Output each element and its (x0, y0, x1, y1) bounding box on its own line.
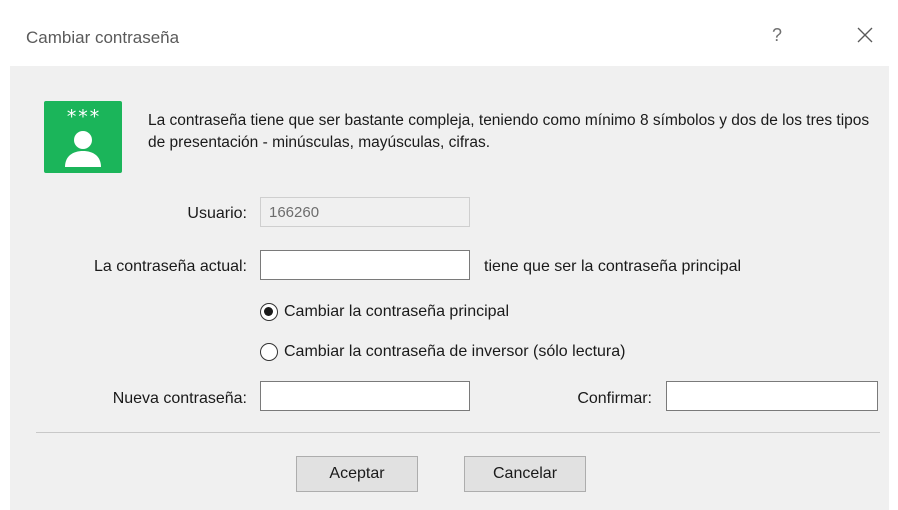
cancel-button[interactable]: Cancelar (464, 456, 586, 492)
help-button[interactable]: ? (762, 20, 792, 50)
new-password-field[interactable] (260, 381, 470, 411)
radio-change-investor-password[interactable]: Cambiar la contraseña de inversor (sólo … (260, 340, 625, 364)
current-password-hint: tiene que ser la contraseña principal (484, 258, 742, 275)
radio-change-main-password[interactable]: Cambiar la contraseña principal (260, 300, 509, 324)
icon-stars: *** (66, 106, 100, 128)
radio-button-checked[interactable] (260, 303, 278, 321)
close-icon (857, 27, 873, 43)
ok-button[interactable]: Aceptar (296, 456, 418, 492)
divider (36, 432, 880, 433)
title-bar: Cambiar contraseña ? (0, 0, 898, 66)
new-password-label: Nueva contraseña: (112, 390, 247, 407)
radio-investor-label: Cambiar la contraseña de inversor (sólo … (284, 343, 626, 360)
current-password-label: La contraseña actual: (94, 258, 247, 275)
confirm-password-field[interactable] (666, 381, 878, 411)
password-requirements-text: La contraseña tiene que ser bastante com… (148, 112, 870, 151)
close-button[interactable] (850, 20, 880, 50)
confirm-label: Confirmar: (577, 390, 652, 407)
user-password-icon: *** (44, 101, 122, 173)
window-title: Cambiar contraseña (26, 28, 180, 47)
radio-button-unchecked[interactable] (260, 343, 278, 361)
radio-main-label: Cambiar la contraseña principal (284, 303, 509, 320)
user-field (260, 197, 470, 227)
user-label: Usuario: (187, 205, 247, 222)
current-password-field[interactable] (260, 250, 470, 280)
